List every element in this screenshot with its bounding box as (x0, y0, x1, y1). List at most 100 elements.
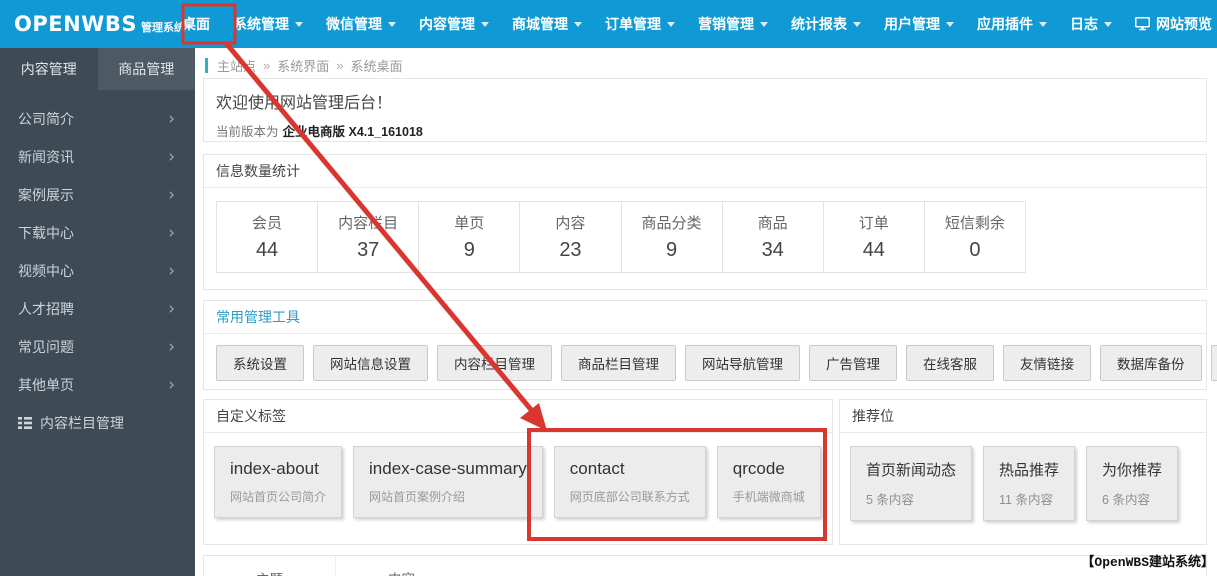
chevron-down-icon (760, 21, 768, 27)
sidebar-item-content-categories[interactable]: 内容栏目管理 (0, 404, 195, 442)
tools-panel-title: 常用管理工具 (204, 301, 1206, 334)
chevron-right-icon: › (168, 222, 175, 243)
stat-content: 内容 23 (520, 202, 622, 272)
chevron-down-icon (295, 21, 303, 27)
breadcrumb-accent-bar (205, 58, 208, 73)
sidebar-tabs: 内容管理 商品管理 (0, 48, 195, 90)
main-content: 主站点 » 系统界面 » 系统桌面 欢迎使用网站管理后台！ 当前版本为 企业电商版… (195, 48, 1217, 576)
custom-tags-cards: index-about 网站首页公司简介 index-case-summary … (204, 433, 832, 531)
welcome-panel: 欢迎使用网站管理后台！ 当前版本为 企业电商版 X4.1_161018 (203, 78, 1207, 142)
site-nav-manage-button[interactable]: 网站导航管理 (685, 345, 800, 381)
bottom-panel-col1: 主题 (204, 556, 336, 576)
stat-products: 商品 34 (723, 202, 824, 272)
chevron-right-icon: › (168, 108, 175, 129)
sidebar-item-news[interactable]: 新闻资讯 › (0, 138, 195, 176)
breadcrumb-separator: » (336, 58, 344, 73)
breadcrumb-root[interactable]: 主站点 (217, 56, 256, 75)
product-category-manage-button[interactable]: 商品栏目管理 (561, 345, 676, 381)
chevron-right-icon: › (168, 374, 175, 395)
recommend-card-hot-products[interactable]: 热品推荐 11 条内容 (983, 446, 1076, 521)
chevron-down-icon (946, 21, 954, 27)
chevron-down-icon (1104, 21, 1112, 27)
breadcrumb-section[interactable]: 系统界面 (277, 56, 329, 75)
stats-table: 会员 44 内容栏目 37 单页 9 内容 23 商品分类 9 商品 34 订单 44 短信剩… (216, 201, 1026, 273)
nav-item-orders[interactable]: 订单管理 (595, 0, 685, 48)
monitor-icon (1135, 17, 1150, 31)
sidebar-item-other-pages[interactable]: 其他单页 › (0, 366, 195, 404)
tag-card-contact[interactable]: contact 网页底部公司联系方式 (553, 446, 706, 518)
chevron-down-icon (853, 21, 861, 27)
sidebar-item-videos[interactable]: 视频中心 › (0, 252, 195, 290)
sidebar: 内容管理 商品管理 公司简介 › 新闻资讯 › 案例展示 › 下载中心 › 视频中心 › … (0, 48, 195, 576)
nav-item-mall[interactable]: 商城管理 (502, 0, 592, 48)
nav-item-reports[interactable]: 统计报表 (781, 0, 871, 48)
stat-members: 会员 44 (217, 202, 319, 272)
stats-panel: 信息数量统计 会员 44 内容栏目 37 单页 9 内容 23 商品分类 9 商品 34 订… (203, 154, 1207, 290)
nav-item-logs[interactable]: 日志 (1060, 0, 1122, 48)
version-line: 当前版本为 企业电商版 X4.1_161018 (216, 121, 1194, 140)
stat-sms-remaining: 短信剩余 0 (944, 215, 1005, 261)
tools-panel: 常用管理工具 系统设置 网站信息设置 内容栏目管理 商品栏目管理 网站导航管理 … (203, 300, 1217, 392)
welcome-title: 欢迎使用网站管理后台！ (216, 95, 393, 112)
recommend-title: 推荐位 (840, 400, 1206, 433)
site-info-settings-button[interactable]: 网站信息设置 (313, 345, 428, 381)
sidebar-item-cases[interactable]: 案例展示 › (0, 176, 195, 214)
sidebar-tab-content[interactable]: 内容管理 (0, 48, 98, 90)
chevron-right-icon: › (168, 298, 175, 319)
sidebar-item-downloads[interactable]: 下载中心 › (0, 214, 195, 252)
recommend-card-for-you[interactable]: 为你推荐 6 条内容 (1086, 446, 1179, 521)
version-value: 企业电商版 X4.1_161018 (282, 125, 423, 139)
breadcrumb-separator: » (263, 58, 271, 73)
content-category-manage-button[interactable]: 内容栏目管理 (437, 345, 552, 381)
app-logo: OPENWBS 管理系统 (0, 12, 185, 36)
stat-content-categories: 内容栏目 37 (318, 202, 420, 272)
online-service-button[interactable]: 在线客服 (906, 345, 994, 381)
top-nav: 桌面 系统管理 微信管理 内容管理 商城管理 订单管理 营销管理 统计报表 用户… (172, 0, 1217, 48)
version-prefix: 当前版本为 (216, 125, 279, 139)
stat-single-pages: 单页 9 (419, 202, 521, 272)
topbar: OPENWBS 管理系统 桌面 系统管理 微信管理 内容管理 商城管理 订单管理 … (0, 0, 1217, 48)
recommend-cards: 首页新闻动态 5 条内容 热品推荐 11 条内容 为你推荐 6 条内容 (840, 433, 1206, 534)
list-icon (18, 417, 32, 429)
stat-product-categories: 商品分类 9 (622, 202, 723, 272)
tag-card-index-about[interactable]: index-about 网站首页公司简介 (214, 446, 343, 518)
nav-item-plugins[interactable]: 应用插件 (967, 0, 1057, 48)
nav-item-marketing[interactable]: 营销管理 (688, 0, 778, 48)
breadcrumb: 主站点 » 系统界面 » 系统桌面 (205, 56, 403, 75)
stats-panel-title: 信息数量统计 (204, 155, 1206, 188)
chevron-down-icon (667, 21, 675, 27)
chevron-right-icon: › (168, 260, 175, 281)
watermark-text: 【OpenWBS建站系统】 (1081, 555, 1214, 570)
custom-tags-panel: 自定义标签 index-about 网站首页公司简介 index-case-su… (203, 399, 833, 545)
chevron-down-icon (388, 21, 396, 27)
sidebar-item-faq[interactable]: 常见问题 › (0, 328, 195, 366)
admin-dashboard: OPENWBS 管理系统 桌面 系统管理 微信管理 内容管理 商城管理 订单管理 … (0, 0, 1217, 576)
tag-card-index-case-summary[interactable]: index-case-summary 网站首页案例介绍 (353, 446, 543, 518)
logo-text: OPENWBS (14, 12, 137, 36)
nav-item-content[interactable]: 内容管理 (409, 0, 499, 48)
db-backup-button[interactable]: 数据库备份 (1100, 345, 1202, 381)
nav-item-system[interactable]: 系统管理 (223, 0, 313, 48)
chevron-down-icon (1039, 21, 1047, 27)
tools-buttons-row: 系统设置 网站信息设置 内容栏目管理 商品栏目管理 网站导航管理 广告管理 在线… (204, 334, 1217, 392)
nav-item-users[interactable]: 用户管理 (874, 0, 964, 48)
nav-item-site-preview[interactable]: 网站预览 (1125, 0, 1217, 48)
friend-links-button[interactable]: 友情链接 (1003, 345, 1091, 381)
logo-badge: 管理系统 (140, 22, 185, 34)
stat-orders: 订单 44 (824, 202, 925, 272)
site-preview-button[interactable]: 网站预览 (1210, 345, 1217, 381)
sidebar-item-recruit[interactable]: 人才招聘 › (0, 290, 195, 328)
chevron-right-icon: › (168, 184, 175, 205)
recommend-panel: 推荐位 首页新闻动态 5 条内容 热品推荐 11 条内容 为你推荐 6 条内容 (839, 399, 1207, 545)
chevron-down-icon (574, 21, 582, 27)
chevron-right-icon: › (168, 336, 175, 357)
bottom-panel-col2: 内容 (336, 556, 415, 576)
nav-item-wechat[interactable]: 微信管理 (316, 0, 406, 48)
sidebar-item-company-profile[interactable]: 公司简介 › (0, 100, 195, 138)
tag-card-qrcode[interactable]: qrcode 手机端微商城 (716, 446, 821, 518)
system-settings-button[interactable]: 系统设置 (216, 345, 304, 381)
ad-manage-button[interactable]: 广告管理 (809, 345, 897, 381)
custom-tags-title: 自定义标签 (204, 400, 832, 433)
recommend-card-home-news[interactable]: 首页新闻动态 5 条内容 (850, 446, 973, 521)
sidebar-tab-goods[interactable]: 商品管理 (97, 48, 195, 90)
